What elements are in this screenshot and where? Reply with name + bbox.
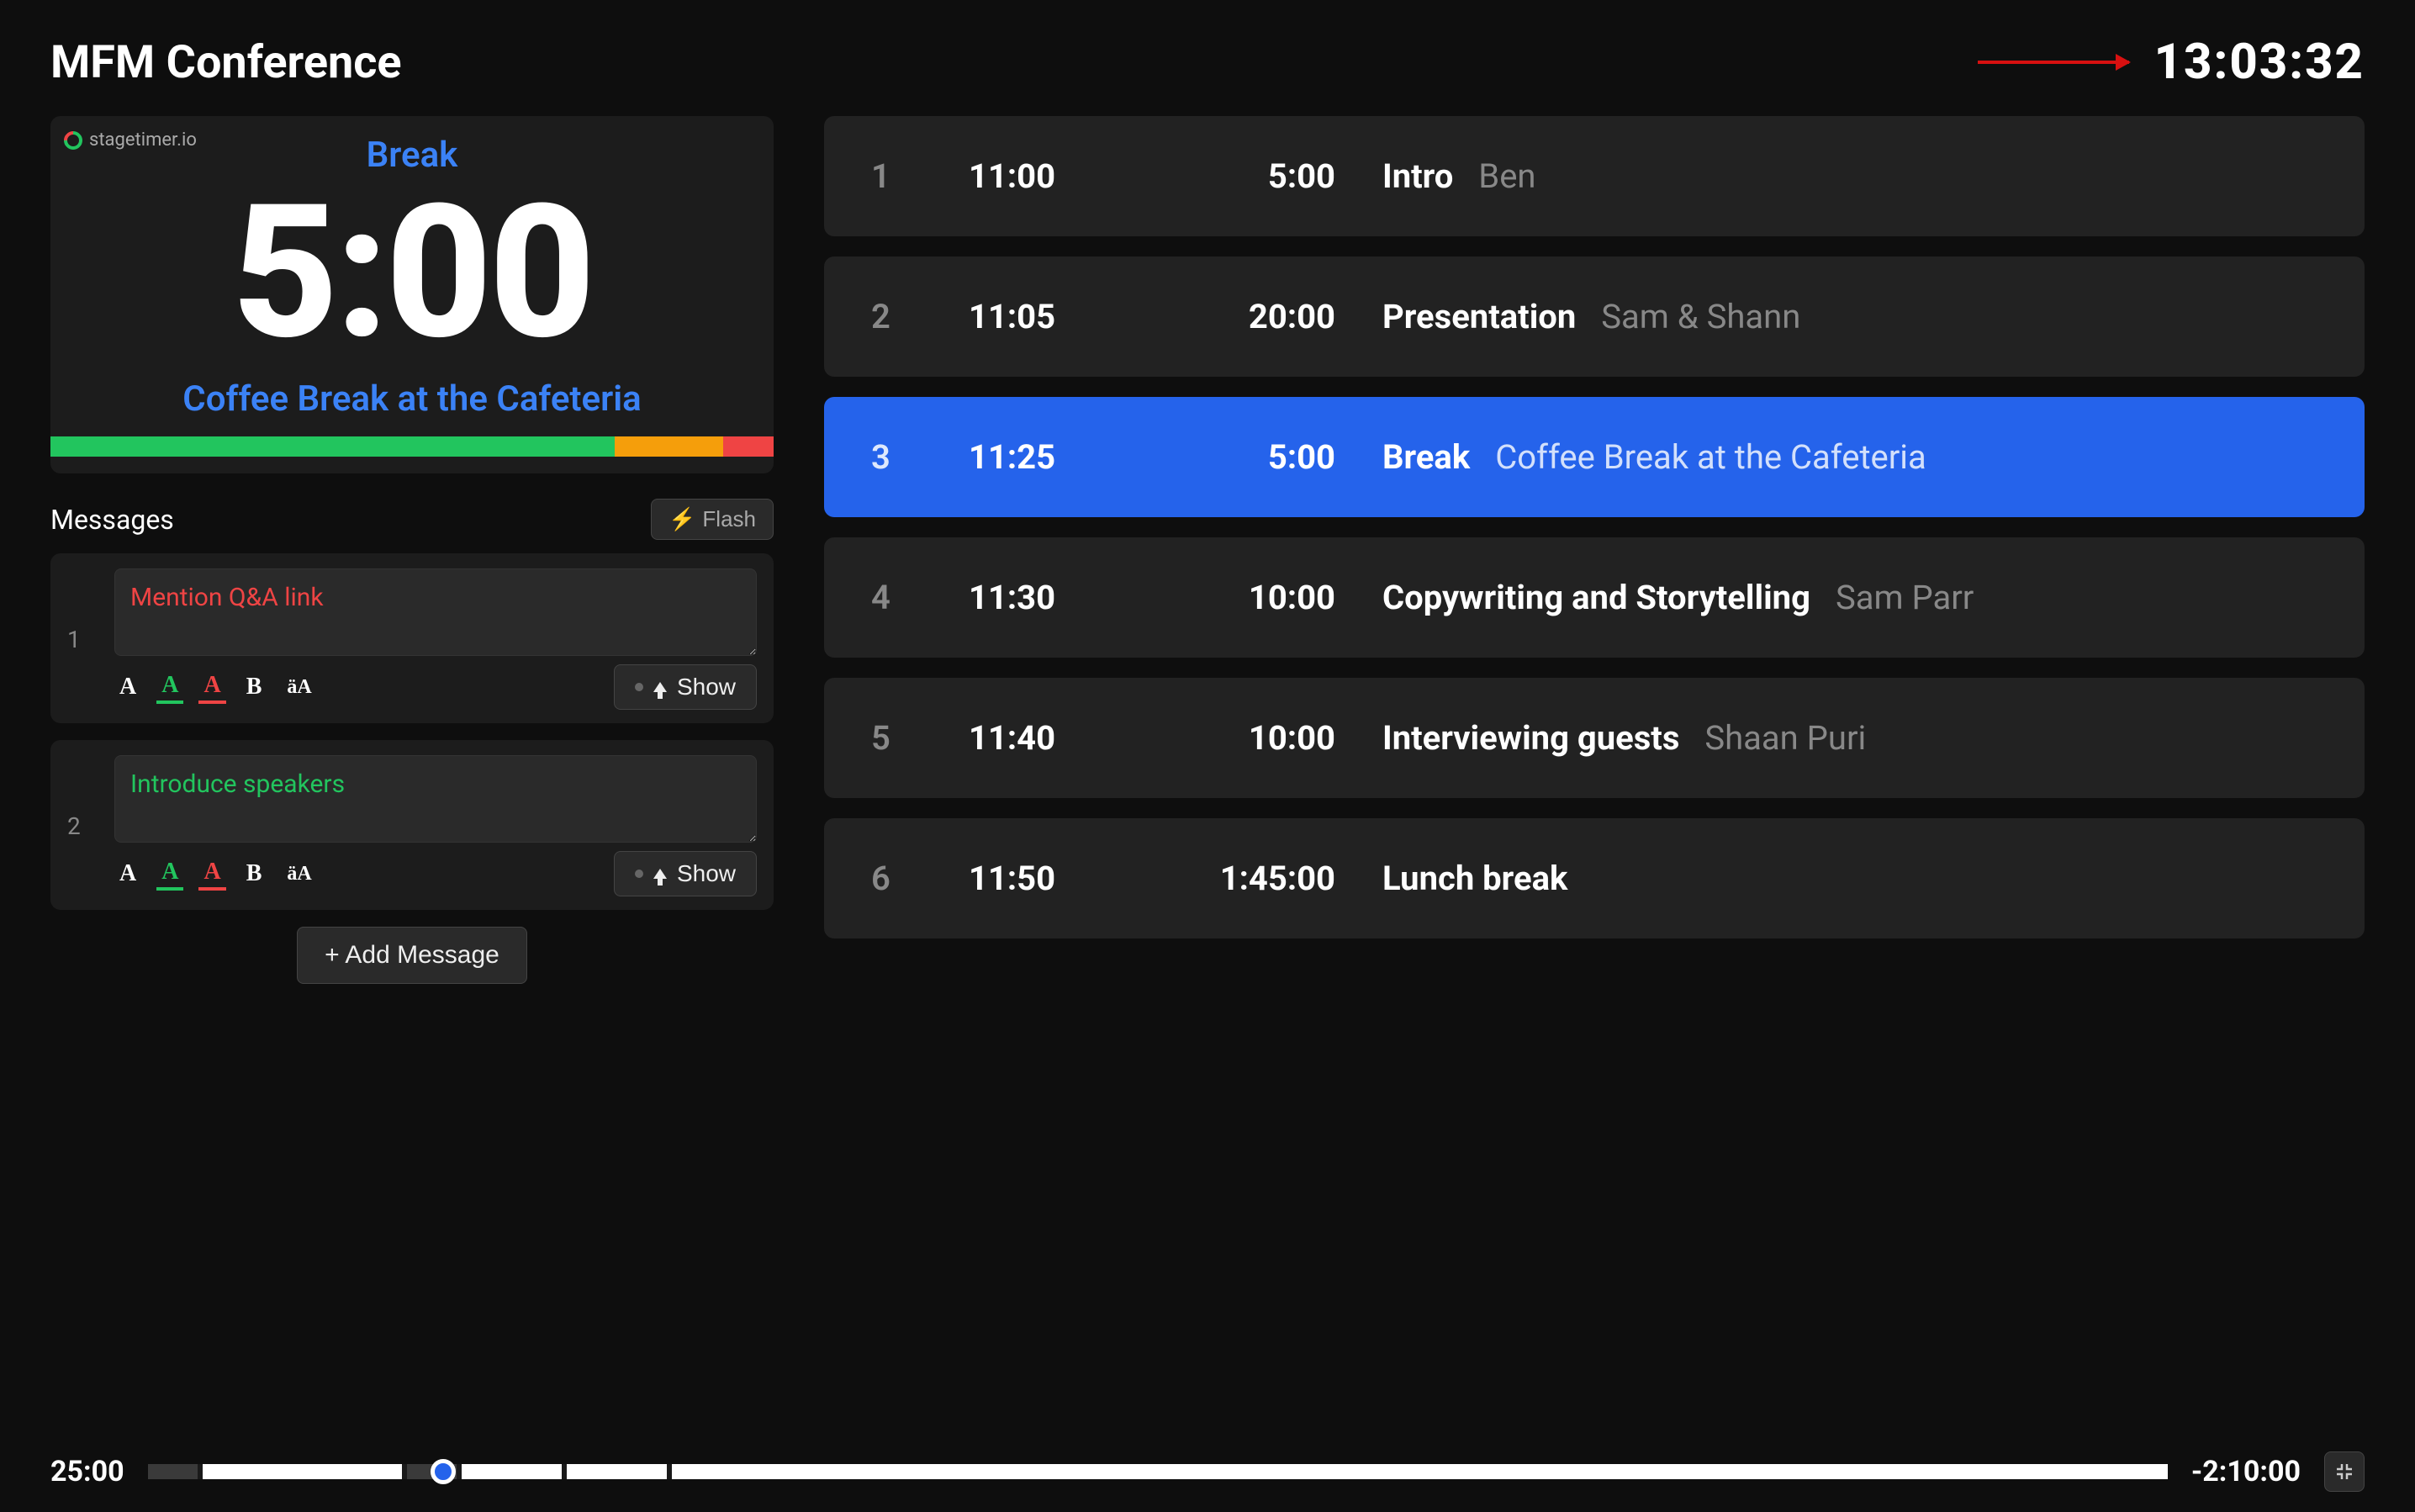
schedule-title: Lunch break [1382, 859, 1567, 898]
color-white-button[interactable]: A [114, 859, 141, 889]
timeline-playhead[interactable] [431, 1459, 456, 1484]
progress-red [723, 436, 774, 457]
case-button[interactable]: äA [282, 674, 316, 700]
progress-green [50, 436, 615, 457]
schedule-start-time: 11:40 [969, 718, 1137, 758]
timeline-segment [672, 1464, 2168, 1479]
message-number: 2 [67, 812, 101, 840]
messages-heading: Messages [50, 504, 174, 536]
timeline-segment [148, 1464, 198, 1479]
schedule-speaker: Sam Parr [1836, 578, 1974, 617]
status-dot-icon [635, 683, 643, 691]
show-message-button[interactable]: Show [614, 851, 757, 896]
remaining-time: -2:10:00 [2191, 1455, 2301, 1488]
message-textarea[interactable]: Mention Q&A link [114, 568, 757, 656]
color-green-button[interactable]: A [156, 670, 183, 704]
schedule-duration: 10:00 [1167, 578, 1352, 617]
schedule-row[interactable]: 5 11:40 10:00 Interviewing guests Shaan Puri [824, 678, 2365, 798]
color-white-button[interactable]: A [114, 672, 141, 702]
message-textarea[interactable]: Introduce speakers [114, 755, 757, 843]
schedule-duration: 1:45:00 [1167, 859, 1352, 898]
case-button[interactable]: äA [282, 861, 316, 887]
schedule-duration: 20:00 [1167, 297, 1352, 336]
brand-label: stagetimer.io [89, 130, 197, 151]
fullscreen-button[interactable] [2324, 1451, 2365, 1492]
message-card: 2Introduce speakersAAABäAShow [50, 740, 774, 910]
arrow-up-icon [653, 869, 667, 879]
message-card: 1Mention Q&A linkAAABäAShow [50, 553, 774, 723]
page-title: MFM Conference [50, 36, 402, 89]
schedule-row[interactable]: 3 11:25 5:00 Break Coffee Break at the Cafet… [824, 397, 2365, 517]
schedule-start-time: 11:00 [969, 156, 1137, 196]
lightning-icon: ⚡ [668, 506, 695, 532]
timer-progress-bar [50, 436, 774, 457]
schedule-title: Copywriting and Storytelling [1382, 578, 1810, 617]
show-label: Show [677, 860, 736, 887]
schedule-start-time: 11:25 [969, 437, 1137, 477]
schedule-number: 1 [871, 156, 938, 196]
add-message-button[interactable]: + Add Message [297, 927, 527, 984]
schedule-row[interactable]: 1 11:00 5:00 Intro Ben [824, 116, 2365, 236]
schedule-speaker: Ben [1478, 156, 1535, 196]
color-green-button[interactable]: A [156, 857, 183, 891]
schedule-speaker: Shaan Puri [1704, 718, 1866, 758]
schedule-start-time: 11:05 [969, 297, 1137, 336]
show-label: Show [677, 674, 736, 700]
timeline-segment [462, 1464, 562, 1479]
schedule-duration: 10:00 [1167, 718, 1352, 758]
schedule-row[interactable]: 2 11:05 20:00 Presentation Sam & Shann [824, 256, 2365, 377]
timeline-track[interactable] [148, 1464, 2168, 1479]
show-message-button[interactable]: Show [614, 664, 757, 710]
schedule-speaker: Sam & Shann [1601, 297, 1800, 336]
elapsed-time: 25:00 [50, 1455, 124, 1488]
timer-preview-card: stagetimer.io Break 5:00 Coffee Break at… [50, 116, 774, 473]
timer-subtitle: Coffee Break at the Cafeteria [50, 378, 774, 420]
schedule-start-time: 11:30 [969, 578, 1137, 617]
color-red-button[interactable]: A [198, 670, 225, 704]
schedule-start-time: 11:50 [969, 859, 1137, 898]
schedule-title: Presentation [1382, 297, 1576, 336]
schedule-number: 3 [871, 437, 938, 477]
schedule-title: Break [1382, 437, 1470, 477]
current-time-clock: 13:03:32 [2154, 34, 2365, 91]
timeline-segment [567, 1464, 667, 1479]
clock-arrow-icon [1978, 61, 2129, 64]
status-dot-icon [635, 870, 643, 878]
collapse-icon [2334, 1462, 2354, 1482]
bold-button[interactable]: B [241, 859, 267, 889]
color-red-button[interactable]: A [198, 857, 225, 891]
schedule-speaker: Coffee Break at the Cafeteria [1495, 437, 1926, 477]
schedule-title: Interviewing guests [1382, 718, 1679, 758]
schedule-row[interactable]: 6 11:50 1:45:00 Lunch break [824, 818, 2365, 938]
schedule-number: 5 [871, 718, 938, 758]
schedule-title: Intro [1382, 156, 1453, 196]
timer-countdown: 5:00 [50, 176, 774, 370]
brand-badge: stagetimer.io [64, 130, 197, 151]
progress-orange [615, 436, 723, 457]
timeline-segment [203, 1464, 402, 1479]
schedule-duration: 5:00 [1167, 156, 1352, 196]
arrow-up-icon [653, 682, 667, 692]
schedule-number: 6 [871, 859, 938, 898]
schedule-number: 4 [871, 578, 938, 617]
bold-button[interactable]: B [241, 672, 267, 702]
flash-button[interactable]: ⚡ Flash [651, 499, 774, 540]
schedule-row[interactable]: 4 11:30 10:00 Copywriting and Storytelling S… [824, 537, 2365, 658]
schedule-duration: 5:00 [1167, 437, 1352, 477]
flash-label: Flash [702, 506, 756, 532]
schedule-number: 2 [871, 297, 938, 336]
message-number: 1 [67, 626, 101, 653]
brand-ring-icon [60, 127, 86, 153]
